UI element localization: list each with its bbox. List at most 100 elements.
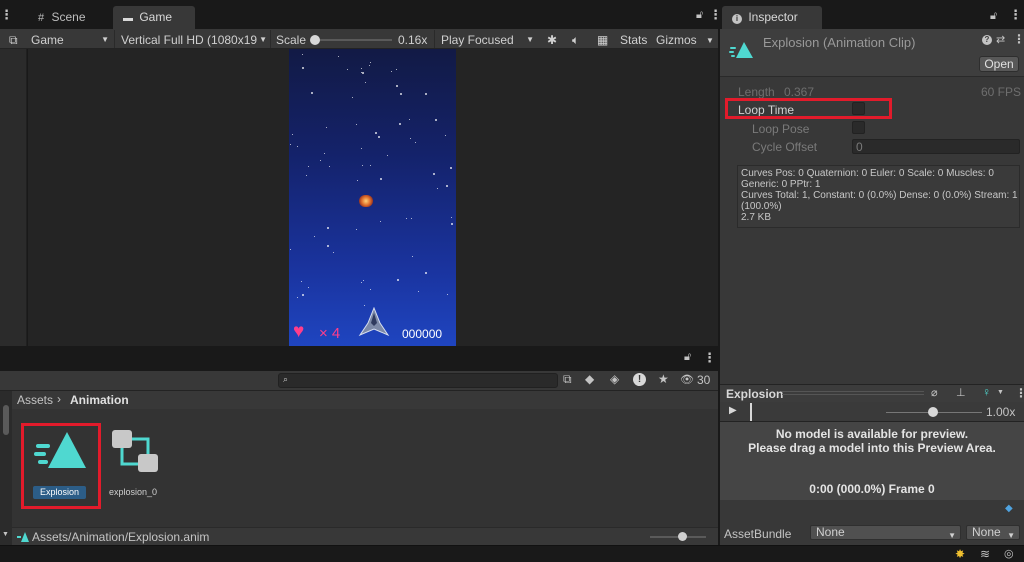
project-scrollbar[interactable]: ▼ bbox=[0, 391, 12, 545]
preset-icon[interactable]: ⇄ bbox=[996, 33, 1005, 46]
bug-report-icon[interactable]: ✸ bbox=[955, 547, 965, 561]
avatar-icon[interactable]: ♀ bbox=[982, 385, 991, 399]
tag-icon[interactable]: ◆ bbox=[1005, 503, 1013, 514]
star bbox=[451, 217, 452, 218]
star bbox=[411, 218, 412, 219]
play-icon[interactable]: ▶ bbox=[729, 405, 737, 416]
search-input[interactable]: ⌕ bbox=[278, 373, 558, 388]
search-icon: ⌕ bbox=[283, 374, 289, 384]
star bbox=[363, 280, 364, 281]
star bbox=[433, 173, 435, 175]
tab-inspector[interactable]: i Inspector bbox=[722, 6, 822, 29]
star bbox=[356, 124, 357, 125]
timeline-cursor[interactable] bbox=[750, 403, 752, 421]
cycle-offset-field[interactable]: 0 bbox=[852, 139, 1020, 154]
eye-icon[interactable]: 👁︎ bbox=[680, 373, 694, 386]
speed-value: 1.00x bbox=[986, 405, 1016, 419]
animation-clip-small-icon bbox=[17, 532, 29, 542]
score-counter: 000000 bbox=[402, 327, 443, 341]
curves-info-box: Curves Pos: 0 Quaternion: 0 Euler: 0 Sca… bbox=[737, 165, 1020, 228]
star bbox=[387, 155, 388, 156]
star bbox=[297, 146, 298, 147]
resolution-dropdown[interactable]: Vertical Full HD (1080x19 ▼ bbox=[117, 31, 270, 48]
preview-time: 0:00 (000.0%) Frame 0 bbox=[809, 482, 935, 496]
star bbox=[320, 160, 321, 161]
star bbox=[347, 69, 348, 70]
star bbox=[406, 218, 407, 219]
star bbox=[306, 175, 307, 176]
warning-icon[interactable]: ! bbox=[633, 373, 646, 386]
star bbox=[326, 127, 327, 128]
cache-server-icon[interactable]: ≋ bbox=[980, 547, 990, 561]
scroll-thumb[interactable] bbox=[3, 405, 9, 435]
bug-icon[interactable]: ✱ bbox=[543, 31, 561, 48]
star-icon[interactable]: ★ bbox=[658, 372, 669, 386]
gizmos-button[interactable]: Gizmos bbox=[652, 31, 701, 48]
lock-icon[interactable]: 🔓︎ bbox=[696, 9, 703, 22]
preview-message: Please drag a model into this Preview Ar… bbox=[748, 441, 996, 455]
scroll-down-icon[interactable]: ▼ bbox=[2, 531, 9, 538]
explosion-sprite bbox=[359, 195, 373, 207]
preview-menu-icon[interactable]: ⋮ bbox=[1015, 386, 1024, 400]
project-lock-icon[interactable]: 🔓︎ bbox=[684, 351, 691, 364]
gizmos-dropdown-icon[interactable]: ▼ bbox=[702, 31, 718, 48]
project-menu-icon[interactable]: ⋮ bbox=[703, 351, 716, 366]
loop-pose-checkbox[interactable] bbox=[852, 121, 865, 134]
asset-explosion-0[interactable]: explosion_0 bbox=[104, 424, 166, 509]
inspector-menu-icon[interactable]: ⋮ bbox=[1009, 8, 1022, 23]
divider bbox=[270, 30, 271, 48]
help-icon[interactable]: ? bbox=[982, 35, 992, 45]
scale-slider-track[interactable] bbox=[314, 39, 392, 41]
chevron-down-icon[interactable]: ▼ bbox=[997, 389, 1004, 396]
asset-explosion-0-label: explosion_0 bbox=[109, 487, 158, 497]
tab-game[interactable]: ▬ Game bbox=[113, 6, 195, 29]
audio-icon[interactable]: 🔈︎ bbox=[568, 31, 583, 48]
length-label: Length bbox=[738, 85, 775, 99]
scale-slider-handle[interactable] bbox=[310, 35, 320, 45]
icon-size-slider-handle[interactable] bbox=[678, 532, 687, 541]
chevron-right-icon: › bbox=[57, 392, 61, 406]
inspector-lock-icon[interactable]: 🔓︎ bbox=[990, 10, 997, 23]
asset-bundle-name-dropdown[interactable]: None ▼ bbox=[810, 525, 961, 540]
filter-by-type-icon[interactable]: ◆ bbox=[585, 372, 594, 386]
cycle-offset-label: Cycle Offset bbox=[752, 140, 818, 154]
animator-controller-icon bbox=[112, 430, 158, 472]
preview-area[interactable]: No model is available for preview. Pleas… bbox=[720, 422, 1024, 500]
keyboard-icon[interactable]: ▦ bbox=[593, 31, 612, 48]
tab-scene[interactable]: # Scene bbox=[28, 6, 112, 29]
breadcrumb-root[interactable]: Assets bbox=[17, 393, 53, 407]
star bbox=[314, 236, 315, 237]
inspector-title: Explosion (Animation Clip) bbox=[763, 35, 916, 50]
star bbox=[391, 71, 392, 72]
left-menu-icon[interactable]: ⋮ bbox=[0, 8, 13, 23]
breadcrumb-current[interactable]: Animation bbox=[70, 393, 129, 407]
star bbox=[361, 68, 362, 69]
length-value: 0.367 bbox=[784, 85, 815, 99]
chevron-down-icon: ▼ bbox=[101, 35, 109, 44]
stats-button[interactable]: Stats bbox=[616, 31, 651, 48]
divider bbox=[782, 391, 924, 392]
play-mode-dropdown[interactable]: Play Focused ▼ bbox=[437, 31, 537, 48]
star bbox=[292, 134, 293, 135]
asset-bundle-label: AssetBundle bbox=[724, 527, 792, 541]
star bbox=[370, 165, 371, 166]
scale-label: Scale bbox=[276, 33, 307, 47]
star bbox=[375, 132, 377, 134]
star bbox=[333, 252, 334, 253]
game-menu-icon[interactable]: ⋮ bbox=[709, 8, 722, 23]
label-icon[interactable]: ◈ bbox=[610, 372, 619, 386]
star bbox=[397, 279, 399, 281]
search-by-type-icon[interactable]: ⧉ bbox=[563, 372, 572, 387]
speed-slider-handle[interactable] bbox=[928, 407, 938, 417]
check-circle-icon[interactable]: ◎ bbox=[1004, 547, 1014, 560]
game-screen[interactable]: ♥ × 4 000000 bbox=[289, 49, 456, 346]
pivot-icon[interactable]: ⌀ bbox=[931, 386, 938, 399]
highlight-box bbox=[725, 98, 892, 119]
star bbox=[451, 223, 453, 225]
display-dropdown[interactable]: Game ▼ bbox=[27, 31, 113, 48]
ik-icon[interactable]: ⊥ bbox=[956, 386, 966, 399]
open-button[interactable]: Open bbox=[979, 56, 1019, 72]
component-menu-icon[interactable]: ⋮ bbox=[1013, 32, 1024, 46]
maximize-icon[interactable]: ⧉ bbox=[5, 31, 23, 48]
asset-bundle-variant-dropdown[interactable]: None ▼ bbox=[966, 525, 1020, 540]
